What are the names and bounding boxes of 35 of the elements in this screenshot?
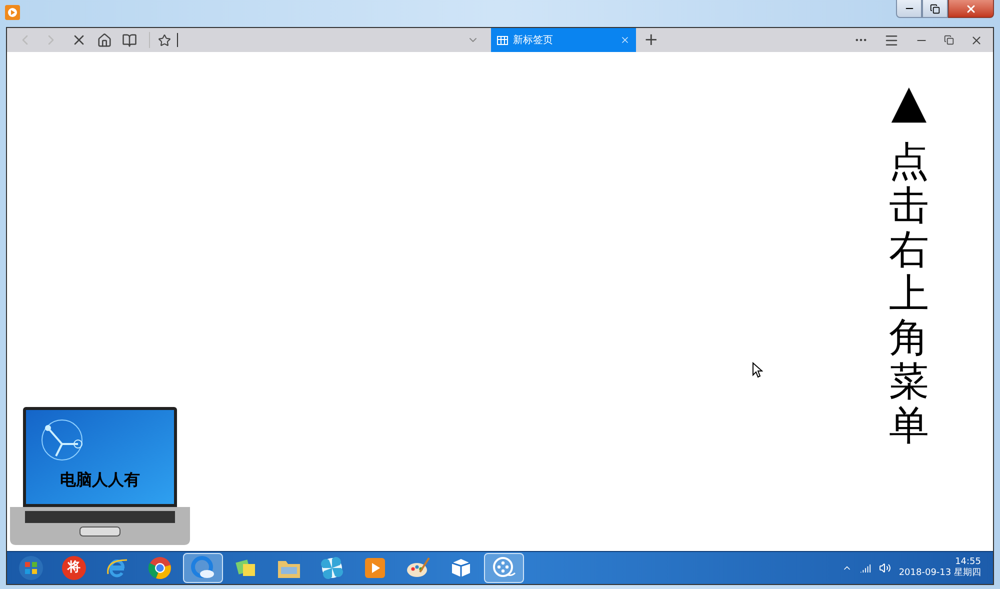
- reading-view-icon[interactable]: [122, 32, 137, 48]
- home-icon[interactable]: [97, 32, 112, 48]
- clock-time: 14:55: [955, 556, 981, 568]
- logo-text: 电脑人人有: [60, 469, 140, 491]
- cube-icon: [450, 557, 472, 579]
- close-icon: [965, 2, 977, 14]
- taskbar-button[interactable]: [484, 553, 524, 583]
- restore-icon[interactable]: [944, 35, 954, 45]
- film-reel-icon: [492, 556, 516, 580]
- maximize-button[interactable]: [922, 0, 948, 18]
- tab-title: 新标签页: [513, 34, 553, 48]
- browser-tab[interactable]: 新标签页: [491, 28, 636, 52]
- maximize-icon: [930, 4, 940, 14]
- favorite-icon[interactable]: [158, 34, 171, 46]
- play-icon: [364, 557, 386, 579]
- taskbar-button[interactable]: 将: [54, 553, 94, 583]
- clock-date: 2018-09-13 星期四: [898, 568, 981, 580]
- chrome-icon: [148, 556, 172, 580]
- menu-icon[interactable]: [884, 32, 899, 48]
- new-tab-button[interactable]: +: [644, 32, 658, 48]
- close-icon[interactable]: [970, 34, 983, 46]
- tab-close-icon[interactable]: [620, 35, 630, 45]
- palette-icon: [406, 556, 430, 580]
- up-arrow: ▲: [891, 78, 927, 124]
- tab-page-icon: [497, 36, 508, 44]
- volume-icon[interactable]: [878, 562, 891, 574]
- app-logo-icon: [5, 5, 20, 20]
- vertical-instruction: 点击右上角菜单: [889, 140, 929, 448]
- close-button[interactable]: [948, 0, 994, 18]
- taskbar-button[interactable]: [183, 553, 223, 583]
- browser-q-icon: [190, 555, 216, 581]
- windows-logo-icon: [18, 555, 44, 581]
- pinwheel-icon: [320, 556, 344, 580]
- game-icon: 将: [62, 556, 86, 580]
- cursor-icon: [752, 362, 763, 378]
